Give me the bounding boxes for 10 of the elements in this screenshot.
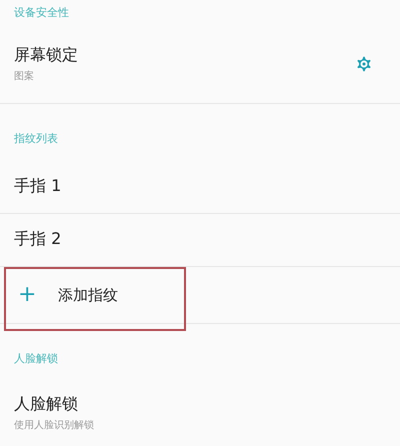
setting-subtitle: 使用人脸识别解锁	[14, 419, 95, 432]
setting-title[interactable]: 屏幕锁定	[14, 45, 354, 66]
add-fingerprint-label[interactable]: 添加指纹	[58, 286, 118, 305]
section-header: 设备安全性	[14, 4, 69, 20]
setting-title[interactable]: 人脸解锁	[14, 394, 386, 416]
section-header: 人脸解锁	[14, 351, 58, 366]
fingerprint-item[interactable]: 手指 2	[14, 229, 62, 250]
section-header: 指纹列表	[14, 130, 58, 146]
fingerprint-item[interactable]: 手指 1	[14, 176, 62, 197]
setting-subtitle: 图案	[14, 70, 35, 84]
